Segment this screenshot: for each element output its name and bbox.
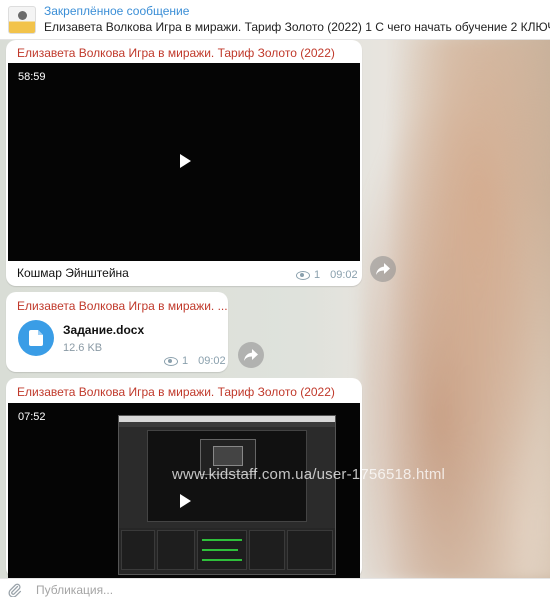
message-sender[interactable]: Елизавета Волкова Игра в миражи. ... [17,299,228,313]
watermark-text: www.kidstaff.com.ua/user-1756518.html [172,466,446,483]
preview-panel-mixer [197,530,247,570]
file-name[interactable]: Задание.docx [63,323,144,337]
preview-panel-controls [287,530,333,570]
eye-icon [296,270,310,280]
message-sender[interactable]: Елизавета Волкова Игра в миражи. Тариф З… [17,385,335,399]
play-icon[interactable] [180,494,191,508]
preview-panel-sources [157,530,195,570]
message-input[interactable] [36,582,436,597]
pinned-title: Закреплённое сообщение [44,4,190,18]
message-caption: Кошмар Эйнштейна [17,266,129,280]
message-composer [0,578,550,600]
document-icon [29,330,43,346]
chat-background [360,40,550,580]
message-meta: 1 09:02 [164,355,226,367]
video-player[interactable]: 58:59 [8,63,360,261]
file-size: 12.6 KB [63,342,103,354]
message-time: 09:02 [330,269,358,281]
view-count: 1 [314,269,321,281]
message-time: 09:02 [198,355,226,367]
play-icon[interactable] [180,154,191,168]
video-preview-frame [118,415,336,575]
pinned-message-bar[interactable]: Закреплённое сообщение Елизавета Волкова… [0,0,550,40]
file-download-button[interactable] [18,320,54,356]
video-player[interactable]: 07:52 [8,403,360,578]
video-duration: 58:59 [18,71,46,83]
eye-icon [164,356,178,366]
share-arrow-icon [376,263,390,275]
preview-menubar [119,422,335,427]
paperclip-icon[interactable] [8,583,22,598]
video-duration: 07:52 [18,411,46,423]
share-button[interactable] [238,342,264,368]
pinned-thumbnail [8,5,36,34]
message-video-1[interactable]: Елизавета Волкова Игра в миражи. Тариф З… [6,40,362,286]
audio-meter [202,539,242,541]
view-count: 1 [182,355,189,367]
preview-panel-scenes [121,530,155,570]
preview-nested-window-inner [213,446,243,466]
share-arrow-icon [244,349,258,361]
message-meta: 1 09:02 [296,269,358,281]
audio-meter [202,559,242,561]
message-sender[interactable]: Елизавета Волкова Игра в миражи. Тариф З… [17,46,335,60]
preview-panel-transitions [249,530,285,570]
pinned-text-block: Закреплённое сообщение Елизавета Волкова… [44,4,550,35]
audio-meter [202,549,238,551]
preview-panels [119,528,335,574]
message-document[interactable]: Елизавета Волкова Игра в миражи. ... Зад… [6,292,228,372]
share-button[interactable] [370,256,396,282]
pinned-preview-text: Елизавета Волкова Игра в миражи. Тариф З… [44,20,550,34]
